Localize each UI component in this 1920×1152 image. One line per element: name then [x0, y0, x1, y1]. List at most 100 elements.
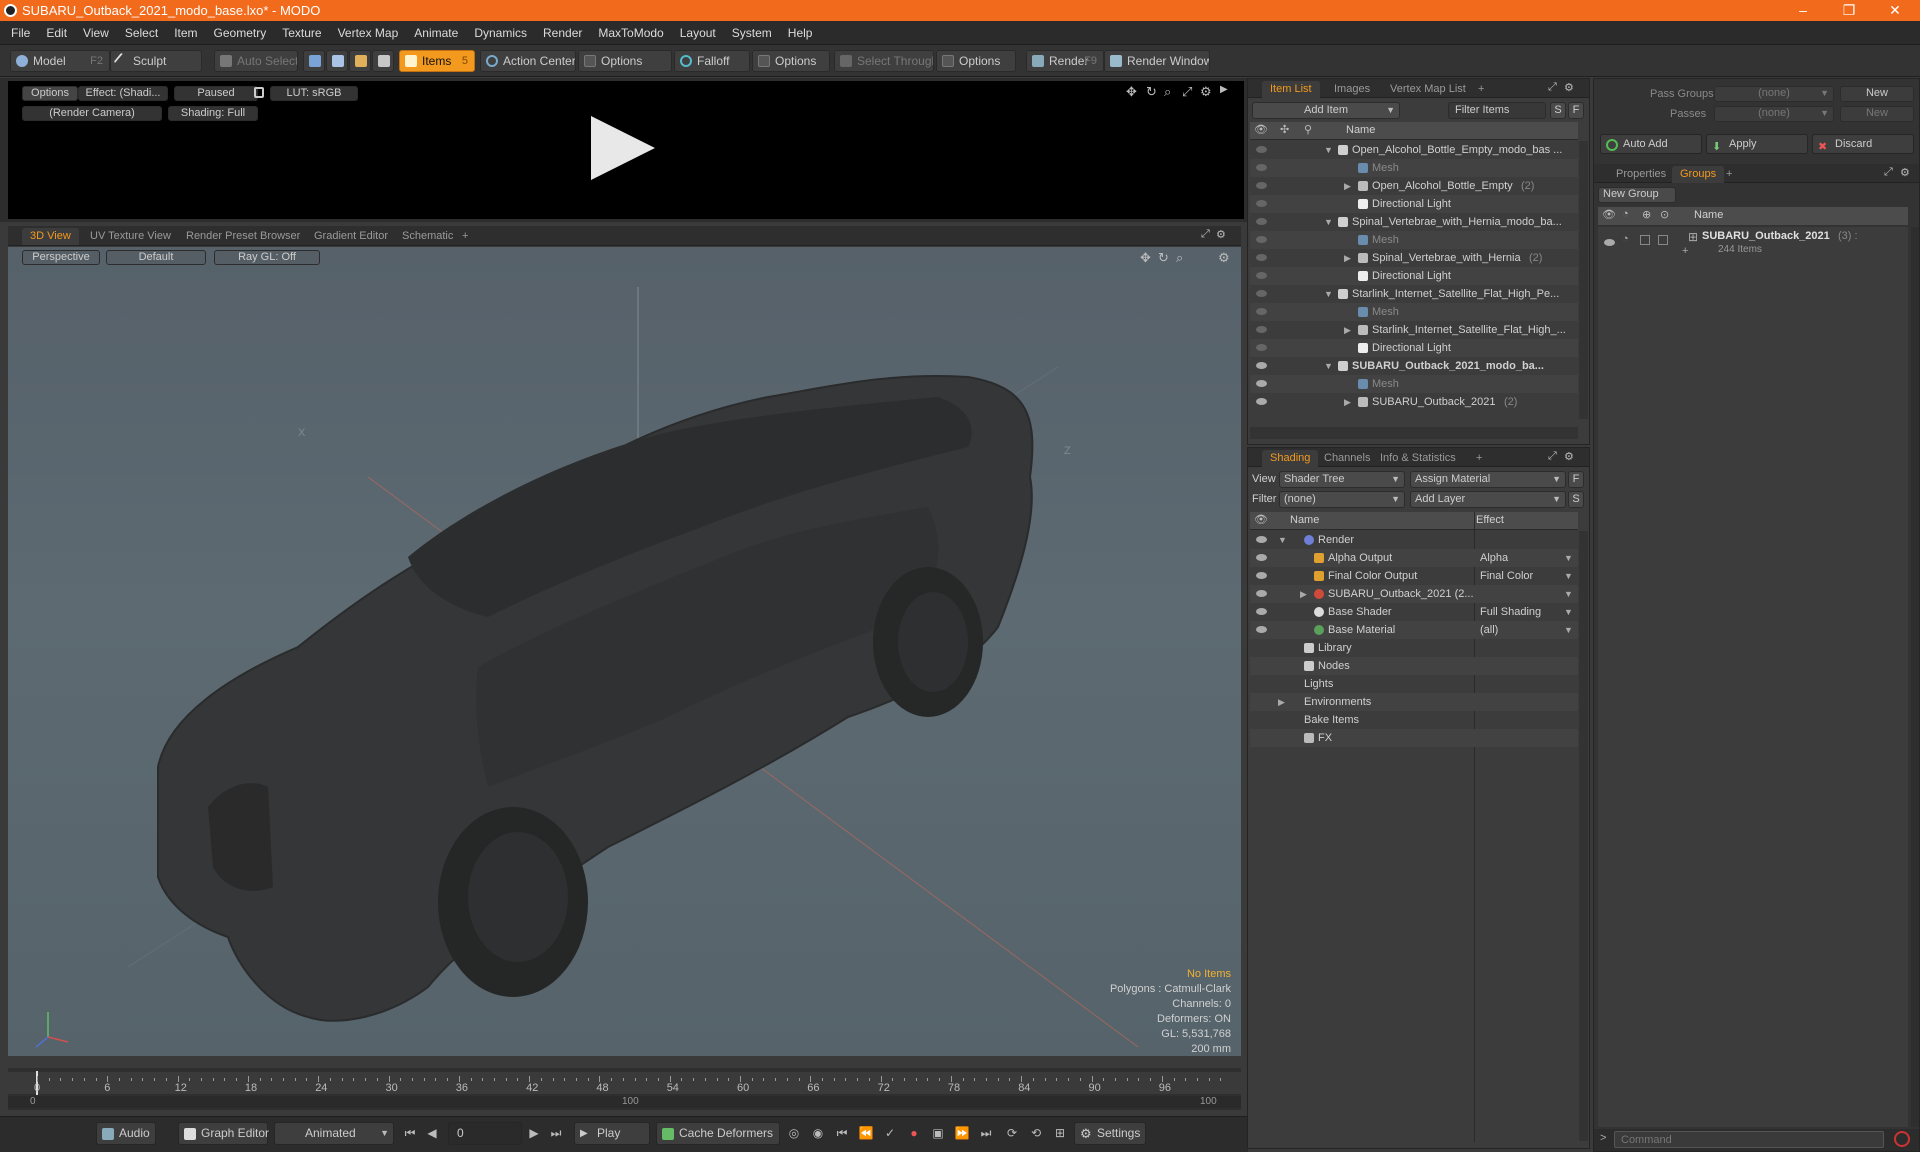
eye-icon[interactable]: [1256, 200, 1267, 207]
collapse-arrow-icon[interactable]: ▼: [1324, 285, 1333, 303]
gear-icon[interactable]: ⚙: [1564, 81, 1574, 94]
expand-arrow-icon[interactable]: ▶: [1278, 693, 1285, 711]
item-list-row[interactable]: ▼ Spinal_Vertebrae_with_Hernia_modo_ba...: [1250, 213, 1578, 231]
go-to-end-icon[interactable]: ⏭: [548, 1125, 564, 1141]
auto-select-button[interactable]: Auto Select: [214, 50, 298, 72]
add-tab-button[interactable]: +: [1718, 166, 1740, 183]
preview-paused-toggle[interactable]: Paused: [174, 86, 258, 101]
assign-material-dropdown[interactable]: Assign Material ▼: [1410, 471, 1566, 488]
menu-dynamics[interactable]: Dynamics: [466, 21, 535, 45]
shader-tree-row[interactable]: Alpha Output Alpha ▼: [1250, 549, 1578, 567]
maximize-panel-icon[interactable]: ⤢: [1201, 228, 1210, 241]
edges-mode-button[interactable]: [326, 50, 348, 72]
shader-tree-row[interactable]: Base Shader Full Shading ▼: [1250, 603, 1578, 621]
maximize-button[interactable]: ❐: [1826, 0, 1872, 21]
collapse-arrow-icon[interactable]: ▼: [1324, 141, 1333, 159]
sculpt-mode-button[interactable]: Sculpt: [110, 50, 202, 72]
timeline[interactable]: 0 6 12 18 24 30 36 42 48 54 60 66 72 78 84 90 96 0 100 1…: [8, 1068, 1241, 1110]
menu-texture[interactable]: Texture: [274, 21, 329, 45]
filter-dropdown[interactable]: (none) ▼: [1279, 491, 1405, 508]
first-frame-icon[interactable]: ⏮: [834, 1125, 850, 1141]
collapse-arrow-icon[interactable]: ▼: [1278, 531, 1287, 549]
collapse-arrow-icon[interactable]: ▼: [1324, 213, 1333, 231]
shader-tree-row[interactable]: Lights: [1250, 675, 1578, 693]
materials-mode-button[interactable]: [372, 50, 394, 72]
render-camera-dropdown[interactable]: (Render Camera): [22, 106, 162, 121]
next-frame-icon[interactable]: ⏩: [954, 1125, 970, 1141]
new-pass-button[interactable]: New: [1840, 106, 1914, 122]
expand-arrow-icon[interactable]: ▶: [1344, 177, 1351, 195]
tab-info-statistics[interactable]: Info & Statistics: [1372, 450, 1464, 467]
shader-tree-row[interactable]: ▶ Environments: [1250, 693, 1578, 711]
effect-dropdown-icon[interactable]: ▼: [1564, 585, 1573, 603]
record-macro-icon[interactable]: [1894, 1131, 1910, 1147]
polygons-mode-button[interactable]: [349, 50, 371, 72]
item-list-row[interactable]: ▶ Starlink_Internet_Satellite_Flat_High_.…: [1250, 321, 1578, 339]
timeline-range-bar[interactable]: 0 100 100: [8, 1096, 1241, 1108]
eye-icon[interactable]: [1256, 398, 1267, 405]
preview-options-button[interactable]: Options: [22, 86, 78, 101]
effect-dropdown-icon[interactable]: ▼: [1564, 603, 1573, 621]
next-key-icon[interactable]: ▶: [526, 1125, 542, 1141]
key-filter-icon[interactable]: ▣: [930, 1125, 946, 1141]
zoom-view-icon[interactable]: ⌕: [1164, 84, 1171, 100]
expand-arrow-icon[interactable]: ▶: [1344, 249, 1351, 267]
item-list-row[interactable]: ▶ Spinal_Vertebrae_with_Hernia (2): [1250, 249, 1578, 267]
lock-icon[interactable]: [254, 87, 264, 98]
keyframe-icon[interactable]: ◎: [786, 1125, 802, 1141]
item-list-row[interactable]: Directional Light: [1250, 339, 1578, 357]
move-view-icon[interactable]: ✥: [1126, 84, 1137, 100]
tab-images[interactable]: Images: [1326, 81, 1378, 98]
play-button[interactable]: ▶ Play: [574, 1122, 650, 1145]
gear-icon[interactable]: ⚙: [1200, 84, 1212, 100]
eye-icon[interactable]: [1256, 536, 1267, 543]
shader-tree-row[interactable]: ▼ Render: [1250, 531, 1578, 549]
menu-maxtomodo[interactable]: MaxToModo: [590, 21, 671, 45]
prev-frame-icon[interactable]: ⏪: [858, 1125, 874, 1141]
item-list-row[interactable]: Mesh: [1250, 159, 1578, 177]
go-to-start-icon[interactable]: ⏮: [402, 1125, 418, 1141]
eye-icon[interactable]: [1256, 344, 1267, 351]
items-mode-button[interactable]: Items 5: [399, 50, 475, 72]
menu-file[interactable]: File: [3, 21, 38, 45]
eye-icon[interactable]: [1256, 164, 1267, 171]
menu-layout[interactable]: Layout: [672, 21, 724, 45]
eye-icon[interactable]: [1256, 380, 1267, 387]
close-button[interactable]: ✕: [1872, 0, 1918, 21]
tab-properties[interactable]: Properties: [1608, 166, 1674, 183]
tab-shading[interactable]: Shading: [1262, 450, 1319, 467]
record-icon[interactable]: ●: [906, 1125, 922, 1141]
expand-arrow-icon[interactable]: ▶: [1300, 585, 1307, 603]
preview-effect-dropdown[interactable]: Effect: (Shadi...: [78, 86, 168, 101]
autokey-icon[interactable]: ◉: [810, 1125, 826, 1141]
graph-editor-button[interactable]: Graph Editor: [178, 1122, 269, 1145]
menu-select[interactable]: Select: [117, 21, 166, 45]
eye-icon[interactable]: [1256, 326, 1267, 333]
menu-render[interactable]: Render: [535, 21, 590, 45]
eye-icon[interactable]: [1256, 572, 1267, 579]
eye-icon[interactable]: [1256, 182, 1267, 189]
add-layer-dropdown[interactable]: Add Layer ▼: [1410, 491, 1566, 508]
3d-viewport[interactable]: Perspective Default Ray GL: Off X Z ✥ ↻ …: [8, 247, 1241, 1056]
eye-icon[interactable]: [1256, 290, 1267, 297]
maximize-panel-icon[interactable]: ⤢: [1884, 166, 1893, 179]
discard-button[interactable]: ✖ Discard: [1812, 134, 1914, 154]
filter-f-button[interactable]: F: [1568, 102, 1584, 119]
minimize-button[interactable]: –: [1780, 0, 1826, 21]
tab-uv-texture-view[interactable]: UV Texture View: [82, 228, 179, 245]
eye-icon[interactable]: [1256, 626, 1267, 633]
action-center-options-button[interactable]: Options: [578, 50, 672, 72]
shader-tree-row[interactable]: Bake Items: [1250, 711, 1578, 729]
select-through-button[interactable]: Select Through: [834, 50, 934, 72]
tab-render-preset-browser[interactable]: Render Preset Browser: [178, 228, 308, 245]
item-list-row[interactable]: Directional Light: [1250, 195, 1578, 213]
loop-icon[interactable]: ⟳: [1004, 1125, 1020, 1141]
menu-edit[interactable]: Edit: [38, 21, 75, 45]
maximize-panel-icon[interactable]: ⤢: [1548, 450, 1557, 463]
expand-arrow-icon[interactable]: ▶: [1344, 393, 1351, 411]
eye-icon[interactable]: [1256, 308, 1267, 315]
falloff-options-button[interactable]: Options: [752, 50, 830, 72]
passes-dropdown[interactable]: (none) ▼: [1714, 106, 1834, 122]
tab-gradient-editor[interactable]: Gradient Editor: [306, 228, 396, 245]
new-group-button[interactable]: New Group: [1598, 187, 1676, 203]
